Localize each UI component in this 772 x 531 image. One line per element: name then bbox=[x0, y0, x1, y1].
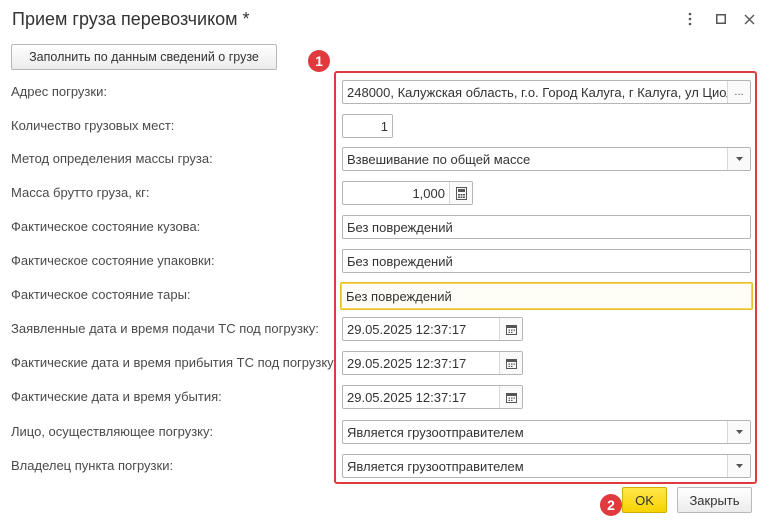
body-state-field[interactable]: Без повреждений bbox=[342, 215, 751, 239]
more-vertical-icon[interactable] bbox=[682, 10, 698, 28]
actual-departure-value: 29.05.2025 12:37:17 bbox=[347, 389, 467, 405]
cargo-places-value: 1 bbox=[380, 118, 388, 134]
close-button[interactable]: Закрыть bbox=[677, 487, 752, 513]
cargo-places-label: Количество грузовых мест: bbox=[11, 118, 175, 133]
ok-button[interactable]: OK bbox=[622, 487, 667, 513]
loader-label: Лицо, осуществляющее погрузку: bbox=[11, 424, 214, 439]
point-owner-select[interactable]: Является грузоотправителем bbox=[342, 454, 751, 478]
actual-departure-field[interactable]: 29.05.2025 12:37:17 bbox=[342, 385, 523, 409]
weight-method-label: Метод определения массы груза: bbox=[11, 151, 213, 166]
packing-state-field[interactable]: Без повреждений bbox=[342, 249, 751, 273]
declared-arrival-label: Заявленные дата и время подачи ТС под по… bbox=[11, 321, 319, 336]
packing-state-label: Фактическое состояние упаковки: bbox=[11, 253, 215, 268]
loading-address-field[interactable]: 248000, Калужская область, г.о. Город Ка… bbox=[342, 80, 751, 104]
close-icon[interactable] bbox=[741, 10, 757, 28]
maximize-icon[interactable] bbox=[713, 10, 729, 28]
weight-method-select[interactable]: Взвешивание по общей массе bbox=[342, 147, 751, 171]
actual-arrival-value: 29.05.2025 12:37:17 bbox=[347, 355, 467, 371]
ellipsis-select-icon[interactable]: ... bbox=[727, 81, 750, 103]
gross-weight-label: Масса брутто груза, кг: bbox=[11, 185, 150, 200]
body-state-label: Фактическое состояние кузова: bbox=[11, 219, 201, 234]
loader-value: Является грузоотправителем bbox=[347, 424, 524, 440]
gross-weight-value: 1,000 bbox=[412, 185, 445, 201]
loading-address-label: Адрес погрузки: bbox=[11, 84, 107, 99]
cargo-places-field[interactable]: 1 bbox=[342, 114, 393, 138]
calendar-icon[interactable] bbox=[499, 386, 522, 408]
chevron-down-icon[interactable] bbox=[727, 148, 750, 170]
declared-arrival-value: 29.05.2025 12:37:17 bbox=[347, 321, 467, 337]
annotation-badge-2: 2 bbox=[600, 494, 622, 516]
gross-weight-field[interactable]: 1,000 bbox=[342, 181, 473, 205]
container-state-field[interactable]: Без повреждений bbox=[340, 282, 753, 310]
loading-address-value: 248000, Калужская область, г.о. Город Ка… bbox=[347, 84, 727, 100]
calendar-icon[interactable] bbox=[499, 318, 522, 340]
calculator-icon[interactable] bbox=[449, 182, 472, 204]
weight-method-value: Взвешивание по общей массе bbox=[347, 151, 531, 167]
packing-state-value: Без повреждений bbox=[347, 253, 453, 269]
body-state-value: Без повреждений bbox=[347, 219, 453, 235]
actual-arrival-label: Фактические дата и время прибытия ТС под… bbox=[11, 355, 338, 370]
loader-select[interactable]: Является грузоотправителем bbox=[342, 420, 751, 444]
actual-departure-label: Фактические дата и время убытия: bbox=[11, 389, 222, 404]
declared-arrival-field[interactable]: 29.05.2025 12:37:17 bbox=[342, 317, 523, 341]
point-owner-label: Владелец пункта погрузки: bbox=[11, 458, 174, 473]
dialog-title: Прием груза перевозчиком * bbox=[12, 9, 250, 29]
annotation-badge-1: 1 bbox=[308, 50, 330, 72]
chevron-down-icon[interactable] bbox=[727, 455, 750, 477]
chevron-down-icon[interactable] bbox=[727, 421, 750, 443]
point-owner-value: Является грузоотправителем bbox=[347, 458, 524, 474]
calendar-icon[interactable] bbox=[499, 352, 522, 374]
container-state-value: Без повреждений bbox=[346, 288, 452, 304]
fill-from-cargo-info-button[interactable]: Заполнить по данным сведений о грузе bbox=[11, 44, 277, 70]
container-state-label: Фактическое состояние тары: bbox=[11, 287, 191, 302]
actual-arrival-field[interactable]: 29.05.2025 12:37:17 bbox=[342, 351, 523, 375]
